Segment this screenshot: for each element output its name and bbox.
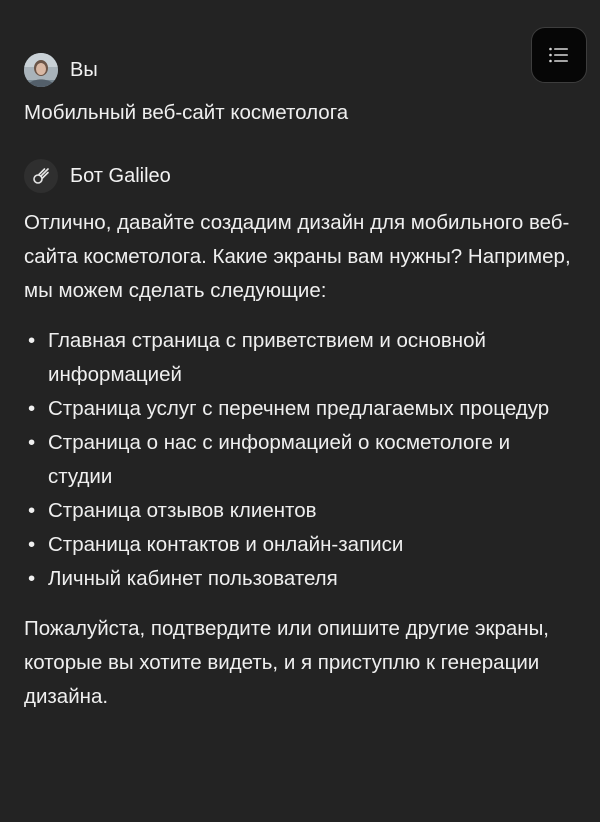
list-item-text: Страница услуг с перечнем предлагаемых п…: [48, 397, 550, 420]
user-author-name: Вы: [70, 58, 98, 81]
list-item-text: Личный кабинет пользователя: [48, 567, 338, 590]
bullet: •: [28, 329, 36, 352]
bot-intro-text: Отлично, давайте создадим дизайн для моб…: [24, 211, 571, 302]
list-item: • Страница услуг с перечнем предлагаемых…: [24, 392, 580, 426]
list-item-text: Страница о нас с информацией о косметоло…: [48, 431, 511, 488]
list-item-text: Главная страница с приветствием и основн…: [48, 329, 486, 386]
bot-message: Бот Galileo Отлично, давайте создадим ди…: [24, 158, 580, 714]
list-item: • Главная страница с приветствием и осно…: [24, 324, 580, 392]
user-message: Вы Мобильный веб-сайт косметолога: [24, 52, 580, 130]
user-message-header: Вы: [24, 52, 580, 88]
bullet: •: [28, 567, 36, 590]
list-item-text: Страница контактов и онлайн-записи: [48, 533, 404, 556]
user-avatar[interactable]: [24, 53, 58, 87]
bullet: •: [28, 533, 36, 556]
bot-message-header: Бот Galileo: [24, 158, 580, 194]
bullet: •: [28, 397, 36, 420]
user-message-text: Мобильный веб-сайт косметолога: [24, 101, 349, 124]
bot-outro-text: Пожалуйста, подтвердите или опишите друг…: [24, 617, 550, 708]
chat-thread: Вы Мобильный веб-сайт косметолога Бот Ga…: [24, 52, 580, 714]
bullet: •: [28, 431, 36, 454]
screen-options-list: • Главная страница с приветствием и осно…: [24, 324, 580, 596]
list-item: • Страница контактов и онлайн-записи: [24, 528, 580, 562]
list-item: • Страница отзывов клиентов: [24, 494, 580, 528]
list-item: • Страница о нас с информацией о космето…: [24, 426, 580, 494]
galileo-logo-icon: [24, 159, 58, 193]
list-item-text: Страница отзывов клиентов: [48, 499, 317, 522]
bullet: •: [28, 499, 36, 522]
list-item: • Личный кабинет пользователя: [24, 562, 580, 596]
bot-author-name: Бот Galileo: [70, 164, 171, 187]
